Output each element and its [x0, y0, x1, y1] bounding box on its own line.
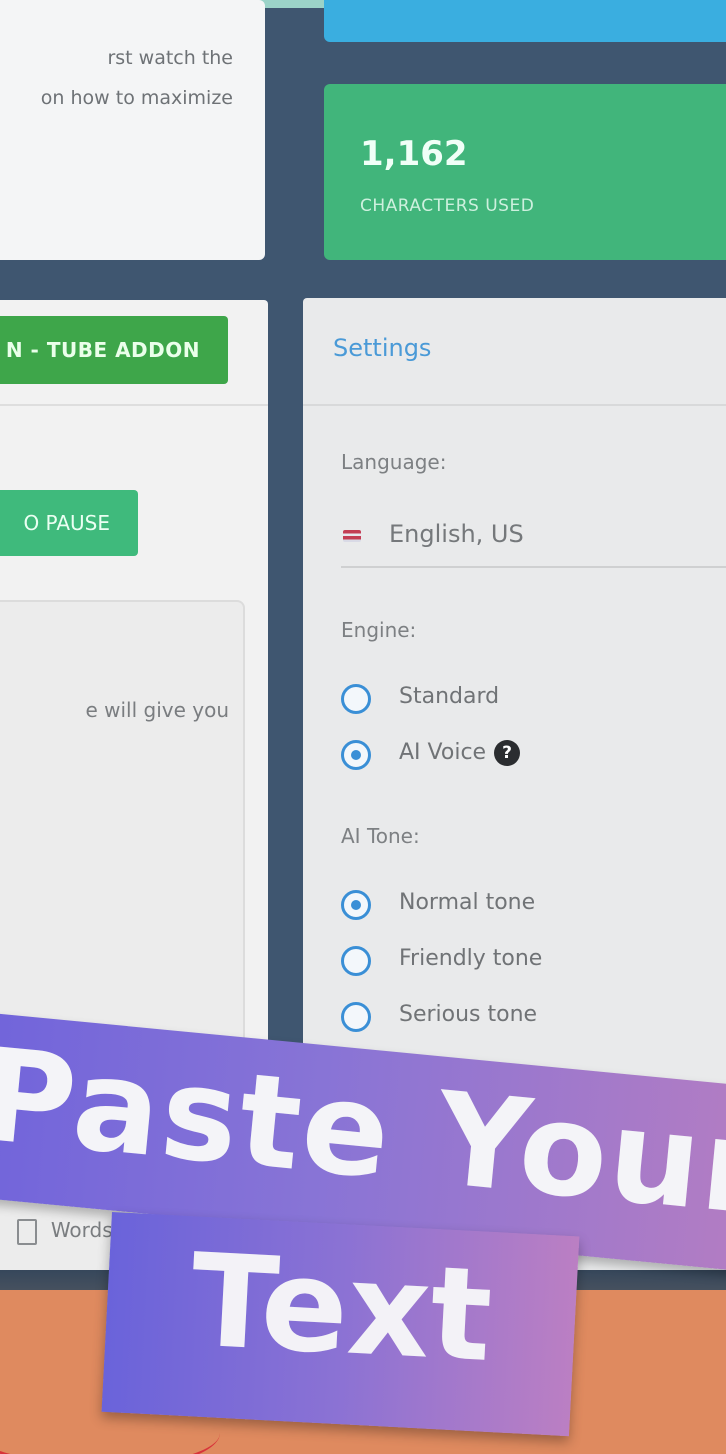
panel-divider	[0, 404, 268, 406]
banner-text: Text	[101, 1212, 580, 1437]
radio-friendly-tone[interactable]	[341, 946, 371, 976]
engine-ai-voice-label: AI Voice	[399, 740, 487, 765]
settings-header: Settings	[303, 298, 726, 406]
radio-serious-tone[interactable]	[341, 1002, 371, 1032]
screen: rst watch the on how to maximize 1,162 C…	[0, 0, 726, 1454]
tone-serious-label: Serious tone	[399, 1002, 538, 1027]
language-value: English, US	[389, 520, 524, 548]
radio-standard[interactable]	[341, 684, 371, 714]
us-flag-icon	[343, 530, 361, 542]
engine-label: Engine:	[341, 618, 417, 642]
words-checkbox-icon[interactable]	[16, 1218, 37, 1245]
tube-addon-button[interactable]: N - TUBE ADDON	[0, 316, 228, 384]
ai-tone-label: AI Tone:	[341, 824, 420, 848]
engine-standard-label: Standard	[399, 684, 500, 709]
language-underline	[341, 566, 726, 568]
pause-button[interactable]: O PAUSE	[0, 490, 138, 556]
radio-ai-voice[interactable]	[341, 740, 371, 770]
characters-used-value: 1,162	[360, 134, 468, 174]
language-label: Language:	[341, 450, 447, 474]
intro-text: rst watch the on how to maximize	[0, 38, 245, 118]
radio-normal-tone[interactable]	[341, 890, 371, 920]
stat-card-blue	[324, 0, 726, 42]
intro-line-1: rst watch the	[107, 47, 233, 69]
language-select[interactable]: English, US	[341, 516, 726, 566]
stat-card-characters: 1,162 CHARACTERS USED	[324, 84, 726, 260]
intro-card: rst watch the on how to maximize	[0, 0, 265, 260]
intro-line-2: on how to maximize	[40, 87, 233, 109]
tone-normal-label: Normal tone	[399, 890, 536, 915]
settings-title: Settings	[333, 334, 432, 362]
help-icon[interactable]: ?	[494, 740, 521, 766]
tone-friendly-label: Friendly tone	[399, 946, 543, 971]
characters-used-label: CHARACTERS USED	[360, 196, 535, 216]
engine-ai-voice-label-wrap: AI Voice?	[399, 740, 521, 766]
banner-line-2: Text	[187, 1226, 496, 1391]
text-area-content: e will give you	[85, 698, 229, 722]
